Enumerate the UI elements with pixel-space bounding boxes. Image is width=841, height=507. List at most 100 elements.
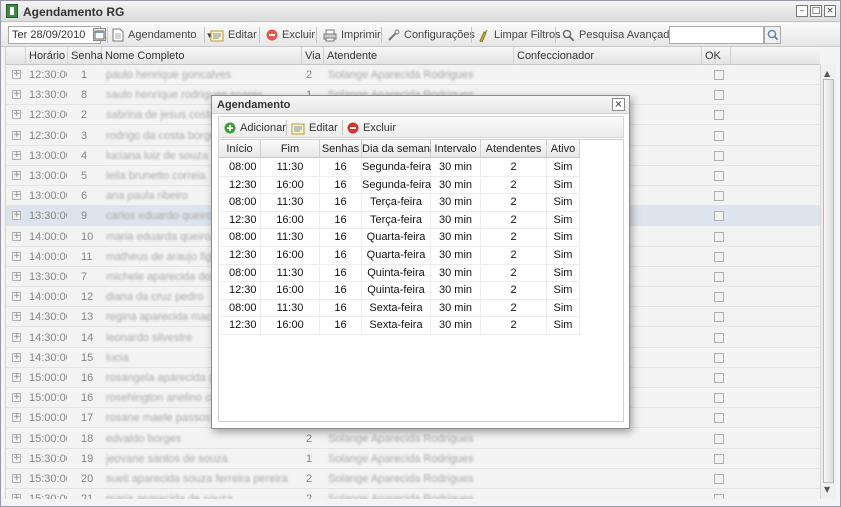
cell-fim: 16:00 bbox=[261, 211, 320, 229]
agendamento-button[interactable]: Agendamento ▼ bbox=[112, 26, 213, 44]
vertical-scrollbar[interactable]: ▲ ▼ bbox=[820, 65, 836, 499]
cell-fim: 16:00 bbox=[261, 317, 320, 335]
col-via[interactable]: Via bbox=[302, 47, 324, 65]
cell-inicio: 12:30 bbox=[219, 317, 261, 335]
close-button[interactable]: × bbox=[824, 5, 836, 17]
schedule-row[interactable]: 08:00 11:30 16 Sexta-feira 30 min 2 Sim bbox=[219, 299, 580, 318]
limpar-filtros-button[interactable]: Limpar Filtros bbox=[478, 26, 561, 44]
main-window: Agendamento RG – □ × Ter 28/09/2010 Agen… bbox=[0, 0, 841, 507]
cell-fim: 11:30 bbox=[261, 264, 320, 282]
excluir-button[interactable]: Excluir bbox=[266, 26, 315, 44]
col-senha[interactable]: Senha bbox=[68, 47, 103, 65]
scroll-down-icon[interactable]: ▼ bbox=[824, 485, 830, 494]
limpar-filtros-label: Limpar Filtros bbox=[494, 29, 561, 41]
date-field[interactable]: Ter 28/09/2010 bbox=[8, 26, 106, 44]
schedule-row[interactable]: 08:00 11:30 16 Segunda-feira 30 min 2 Sim bbox=[219, 159, 580, 177]
cell-ativo: Sim bbox=[547, 247, 580, 264]
schedule-row[interactable]: 12:30 16:00 16 Sexta-feira 30 min 2 Sim bbox=[219, 317, 580, 335]
col-atendentes[interactable]: Atendentes bbox=[481, 140, 547, 158]
cell-fim: 11:30 bbox=[261, 159, 320, 176]
cell-fim: 16:00 bbox=[261, 282, 320, 300]
schedule-row[interactable]: 08:00 11:30 16 Terça-feira 30 min 2 Sim bbox=[219, 194, 580, 212]
col-dia-semana[interactable]: Dia da semana bbox=[362, 140, 436, 158]
cell-inicio: 08:00 bbox=[219, 299, 261, 317]
col-confeccionador[interactable]: Confeccionador bbox=[514, 47, 702, 65]
cell-intervalo: 30 min bbox=[431, 282, 481, 300]
col-horario[interactable]: Horário bbox=[26, 47, 68, 65]
cell-inicio: 12:30 bbox=[219, 176, 261, 194]
maximize-button[interactable]: □ bbox=[810, 5, 822, 17]
col-ok[interactable]: OK bbox=[702, 47, 731, 65]
search-icon bbox=[767, 29, 779, 41]
cell-inicio: 08:00 bbox=[219, 159, 261, 176]
minimize-button[interactable]: – bbox=[796, 5, 808, 17]
cell-senhas: 16 bbox=[320, 176, 362, 194]
cell-senhas: 16 bbox=[320, 229, 362, 247]
cell-intervalo: 30 min bbox=[431, 176, 481, 194]
editar-button[interactable]: Editar bbox=[210, 26, 257, 44]
agendamento-dialog: Agendamento × Adicionar Editar Excluir I… bbox=[211, 95, 630, 429]
schedule-row[interactable]: 12:30 16:00 16 Terça-feira 30 min 2 Sim bbox=[219, 211, 580, 230]
cell-inicio: 08:00 bbox=[219, 229, 261, 247]
col-nome-completo[interactable]: Nome Completo bbox=[102, 47, 302, 65]
pesquisa-avancada-label: Pesquisa Avançada bbox=[579, 29, 676, 41]
dialog-close-button[interactable]: × bbox=[612, 98, 625, 111]
adicionar-button[interactable]: Adicionar bbox=[224, 119, 286, 137]
calendar-icon[interactable] bbox=[93, 28, 106, 41]
adicionar-label: Adicionar bbox=[240, 122, 286, 134]
imprimir-button[interactable]: Imprimir bbox=[323, 26, 381, 44]
configuracoes-label: Configurações bbox=[404, 29, 475, 41]
cell-senhas: 16 bbox=[320, 211, 362, 229]
dialog-title: Agendamento bbox=[217, 99, 291, 111]
cell-dia-semana: Quarta-feira bbox=[362, 229, 431, 247]
cell-fim: 16:00 bbox=[261, 247, 320, 264]
cell-atendentes: 2 bbox=[481, 299, 547, 317]
col-atendente[interactable]: Atendente bbox=[324, 47, 514, 65]
dialog-toolbar: Adicionar Editar Excluir bbox=[218, 116, 624, 138]
cell-atendentes: 2 bbox=[481, 194, 547, 212]
cell-ativo: Sim bbox=[547, 317, 580, 335]
print-icon bbox=[323, 29, 337, 42]
grid-header: Horário Senha Nome Completo Via Atendent… bbox=[6, 47, 820, 65]
cell-fim: 11:30 bbox=[261, 194, 320, 212]
delete-icon bbox=[266, 29, 278, 41]
dialog-excluir-label: Excluir bbox=[363, 122, 397, 134]
add-icon bbox=[224, 122, 236, 134]
cell-senhas: 16 bbox=[320, 194, 362, 212]
col-inicio[interactable]: Início bbox=[219, 140, 261, 158]
agendamento-label: Agendamento bbox=[128, 29, 197, 41]
cell-fim: 11:30 bbox=[261, 299, 320, 317]
editar-label: Editar bbox=[228, 29, 257, 41]
cell-inicio: 12:30 bbox=[219, 282, 261, 300]
search-icon bbox=[562, 29, 575, 41]
schedule-row[interactable]: 12:30 16:00 16 Segunda-feira 30 min 2 Sim bbox=[219, 176, 580, 195]
scroll-up-icon[interactable]: ▲ bbox=[824, 69, 830, 78]
schedule-row[interactable]: 08:00 11:30 16 Quinta-feira 30 min 2 Sim bbox=[219, 264, 580, 283]
cell-dia-semana: Segunda-feira bbox=[362, 159, 431, 176]
col-ativo[interactable]: Ativo bbox=[547, 140, 580, 158]
pesquisa-avancada-button[interactable]: Pesquisa Avançada bbox=[562, 26, 675, 44]
dialog-editar-button[interactable]: Editar bbox=[291, 119, 338, 137]
cell-atendentes: 2 bbox=[481, 282, 547, 300]
col-intervalo[interactable]: Intervalo bbox=[431, 140, 481, 158]
window-title: Agendamento RG bbox=[23, 5, 125, 19]
schedule-row[interactable]: 12:30 16:00 16 Quinta-feira 30 min 2 Sim bbox=[219, 282, 580, 300]
cell-inicio: 08:00 bbox=[219, 264, 261, 282]
dialog-title-bar: Agendamento × bbox=[212, 96, 629, 114]
cell-fim: 16:00 bbox=[261, 176, 320, 194]
cell-ativo: Sim bbox=[547, 282, 580, 300]
dialog-editar-label: Editar bbox=[309, 122, 338, 134]
main-toolbar: Ter 28/09/2010 Agendamento ▼ Editar Excl… bbox=[1, 23, 840, 47]
dialog-excluir-button[interactable]: Excluir bbox=[347, 119, 396, 137]
configuracoes-button[interactable]: Configurações bbox=[387, 26, 475, 44]
cell-dia-semana: Sexta-feira bbox=[362, 299, 431, 317]
schedule-row[interactable]: 08:00 11:30 16 Quarta-feira 30 min 2 Sim bbox=[219, 229, 580, 247]
schedule-row[interactable]: 12:30 16:00 16 Quarta-feira 30 min 2 Sim bbox=[219, 247, 580, 265]
scroll-thumb[interactable] bbox=[823, 79, 834, 483]
col-fim[interactable]: Fim bbox=[261, 140, 320, 158]
search-input[interactable] bbox=[669, 26, 764, 44]
search-button[interactable] bbox=[764, 26, 781, 44]
date-field-value: Ter 28/09/2010 bbox=[12, 29, 86, 41]
col-senhas[interactable]: Senhas bbox=[320, 140, 362, 158]
cell-intervalo: 30 min bbox=[431, 264, 481, 282]
